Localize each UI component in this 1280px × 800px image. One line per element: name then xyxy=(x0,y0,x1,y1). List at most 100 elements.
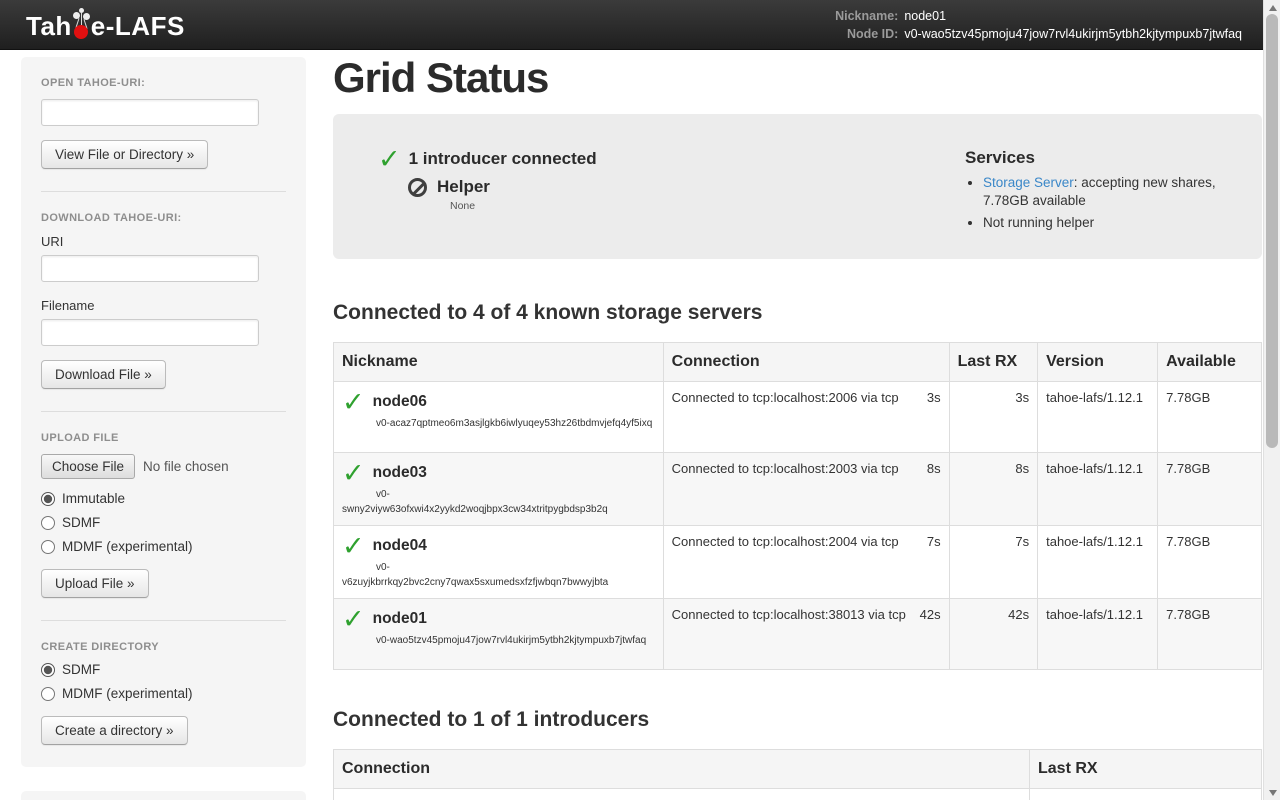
page-title: Grid Status xyxy=(333,54,1262,102)
server-connection: Connected to tcp:localhost:38013 via tcp xyxy=(672,607,906,622)
open-uri-section: OPEN TAHOE-URI: View File or Directory » xyxy=(41,57,286,191)
server-connection: Connected to tcp:localhost:2003 via tcp xyxy=(672,461,899,476)
logo-text-pre: Tah xyxy=(26,11,72,42)
helper-none-icon xyxy=(408,178,427,197)
nickname-value: node01 xyxy=(904,8,1242,24)
introducer-last-rx: 4s xyxy=(1030,789,1262,800)
server-peerid: v0-acaz7qptmeo6m3asjlgkb6iwlyuqey53hz26t… xyxy=(342,416,655,431)
logo-balloon-icon xyxy=(73,8,90,42)
storage-server-link[interactable]: Storage Server xyxy=(983,175,1074,190)
view-file-button[interactable]: View File or Directory » xyxy=(41,140,208,169)
server-connected-check-icon: ✓ xyxy=(342,534,365,558)
table-row: ✓ node06 v0-acaz7qptmeo6m3asjlgkb6iwlyuqe… xyxy=(334,382,1262,453)
nickname-label: Nickname: xyxy=(835,8,898,24)
col-connection: Connection xyxy=(663,343,949,382)
mkdir-sdmf-radio[interactable] xyxy=(41,663,55,677)
server-version: tahoe-lafs/1.12.1 xyxy=(1038,453,1158,526)
create-directory-section: CREATE DIRECTORY SDMF MDMF (experimental… xyxy=(41,620,286,767)
server-last-rx: 7s xyxy=(949,526,1038,599)
mkdir-format-mdmf[interactable]: MDMF (experimental) xyxy=(41,686,286,701)
introducer-connected-check-icon: ✓ xyxy=(378,147,401,171)
storage-servers-heading: Connected to 4 of 4 known storage server… xyxy=(333,301,1262,325)
download-uri-input[interactable] xyxy=(41,255,259,282)
logo-text-post: e-LAFS xyxy=(91,11,185,42)
sidebar-forms-panel: OPEN TAHOE-URI: View File or Directory »… xyxy=(21,57,306,767)
server-available: 7.78GB xyxy=(1158,599,1262,670)
server-connection: Connected to tcp:localhost:2006 via tcp xyxy=(672,390,899,405)
download-filename-input[interactable] xyxy=(41,319,259,346)
server-nickname: node01 xyxy=(373,610,427,628)
filename-field-label: Filename xyxy=(41,298,286,313)
server-connected-check-icon: ✓ xyxy=(342,461,365,485)
grid-status-summary: ✓ 1 introducer connected Helper None Ser… xyxy=(333,114,1262,259)
node-id-value: v0-wao5tzv45pmoju47jow7rvl4ukirjm5ytbh2k… xyxy=(904,26,1242,42)
service-helper-item: Not running helper xyxy=(983,214,1262,232)
server-connection-age: 42s xyxy=(920,607,941,622)
upload-format-immutable[interactable]: Immutable xyxy=(41,491,286,506)
col-last-rx: Last RX xyxy=(1030,750,1262,789)
server-connection-age: 3s xyxy=(927,390,941,405)
server-peerid: v0-v6zuyjkbrrkqy2bvc2cny7qwax5sxumedsxfz… xyxy=(342,560,655,590)
header: Tah e-LAFS Nickname: node01 Node ID: v0-… xyxy=(0,0,1280,50)
download-uri-section: DOWNLOAD TAHOE-URI: URI Filename Downloa… xyxy=(41,191,286,411)
server-version: tahoe-lafs/1.12.1 xyxy=(1038,382,1158,453)
tahoe-lafs-logo[interactable]: Tah e-LAFS xyxy=(26,8,185,42)
choose-file-button[interactable]: Choose File xyxy=(41,454,135,479)
node-meta: Nickname: node01 Node ID: v0-wao5tzv45pm… xyxy=(835,8,1242,42)
server-nickname: node06 xyxy=(373,393,427,411)
server-connected-check-icon: ✓ xyxy=(342,607,365,631)
upload-format-sdmf[interactable]: SDMF xyxy=(41,515,286,530)
node-id-label: Node ID: xyxy=(835,26,898,42)
table-row: ✓node01 v0-wao5tzv45pmoju47jow7rvl4ukirj… xyxy=(334,599,1262,670)
scroll-down-icon[interactable] xyxy=(1264,785,1280,800)
helper-title: Helper xyxy=(437,177,490,197)
page: Tah e-LAFS Nickname: node01 Node ID: v0-… xyxy=(0,0,1280,800)
open-uri-input[interactable] xyxy=(41,99,259,126)
table-row: ✓ Connected to tcp:localhost:39165 via t… xyxy=(334,789,1262,800)
server-peerid: v0-swny2viyw63ofxwi4x2yykd2woqjbpx3cw34x… xyxy=(342,487,655,517)
server-nickname: node04 xyxy=(373,537,427,555)
file-chosen-status: No file chosen xyxy=(143,459,229,474)
sidebar: OPEN TAHOE-URI: View File or Directory »… xyxy=(21,57,306,800)
scroll-up-icon[interactable] xyxy=(1264,0,1280,15)
immutable-radio[interactable] xyxy=(41,492,55,506)
introducers-table: Connection Last RX ✓ Connected to tcp:lo… xyxy=(333,749,1262,800)
server-available: 7.78GB xyxy=(1158,453,1262,526)
uri-field-label: URI xyxy=(41,234,286,249)
server-connection: Connected to tcp:localhost:2004 via tcp xyxy=(672,534,899,549)
create-directory-button[interactable]: Create a directory » xyxy=(41,716,188,745)
storage-servers-table: Nickname Connection Last RX Version Avai… xyxy=(333,342,1262,670)
service-storage-item: Storage Server: accepting new shares, 7.… xyxy=(983,174,1262,210)
server-connected-check-icon: ✓ xyxy=(342,390,365,414)
server-nickname: node03 xyxy=(373,464,427,482)
sdmf-radio[interactable] xyxy=(41,516,55,530)
download-file-button[interactable]: Download File » xyxy=(41,360,166,389)
mkdir-format-sdmf[interactable]: SDMF xyxy=(41,662,286,677)
col-available: Available xyxy=(1158,343,1262,382)
server-last-rx: 42s xyxy=(949,599,1038,670)
upload-file-label: UPLOAD FILE xyxy=(41,432,286,444)
introducer-connected-text: 1 introducer connected xyxy=(409,149,597,169)
upload-format-mdmf[interactable]: MDMF (experimental) xyxy=(41,539,286,554)
vertical-scrollbar[interactable] xyxy=(1263,0,1280,800)
scrollbar-thumb[interactable] xyxy=(1266,14,1278,448)
upload-file-button[interactable]: Upload File » xyxy=(41,569,149,598)
server-version: tahoe-lafs/1.12.1 xyxy=(1038,599,1158,670)
table-row: ✓ node04 v0-v6zuyjkbrrkqy2bvc2cny7qwax5sx… xyxy=(334,526,1262,599)
server-last-rx: 8s xyxy=(949,453,1038,526)
helper-value: None xyxy=(450,200,965,212)
upload-file-section: UPLOAD FILE Choose File No file chosen I… xyxy=(41,411,286,620)
server-version: tahoe-lafs/1.12.1 xyxy=(1038,526,1158,599)
col-nickname: Nickname xyxy=(334,343,664,382)
introducers-heading: Connected to 1 of 1 introducers xyxy=(333,708,1262,732)
create-directory-label: CREATE DIRECTORY xyxy=(41,641,286,653)
col-connection: Connection xyxy=(334,750,1030,789)
col-version: Version xyxy=(1038,343,1158,382)
server-available: 7.78GB xyxy=(1158,382,1262,453)
mdmf-radio[interactable] xyxy=(41,540,55,554)
server-last-rx: 3s xyxy=(949,382,1038,453)
services-panel: Services Storage Server: accepting new s… xyxy=(965,147,1262,259)
services-title: Services xyxy=(965,148,1262,168)
mkdir-mdmf-radio[interactable] xyxy=(41,687,55,701)
main-content: Grid Status ✓ 1 introducer connected Hel… xyxy=(333,50,1262,800)
